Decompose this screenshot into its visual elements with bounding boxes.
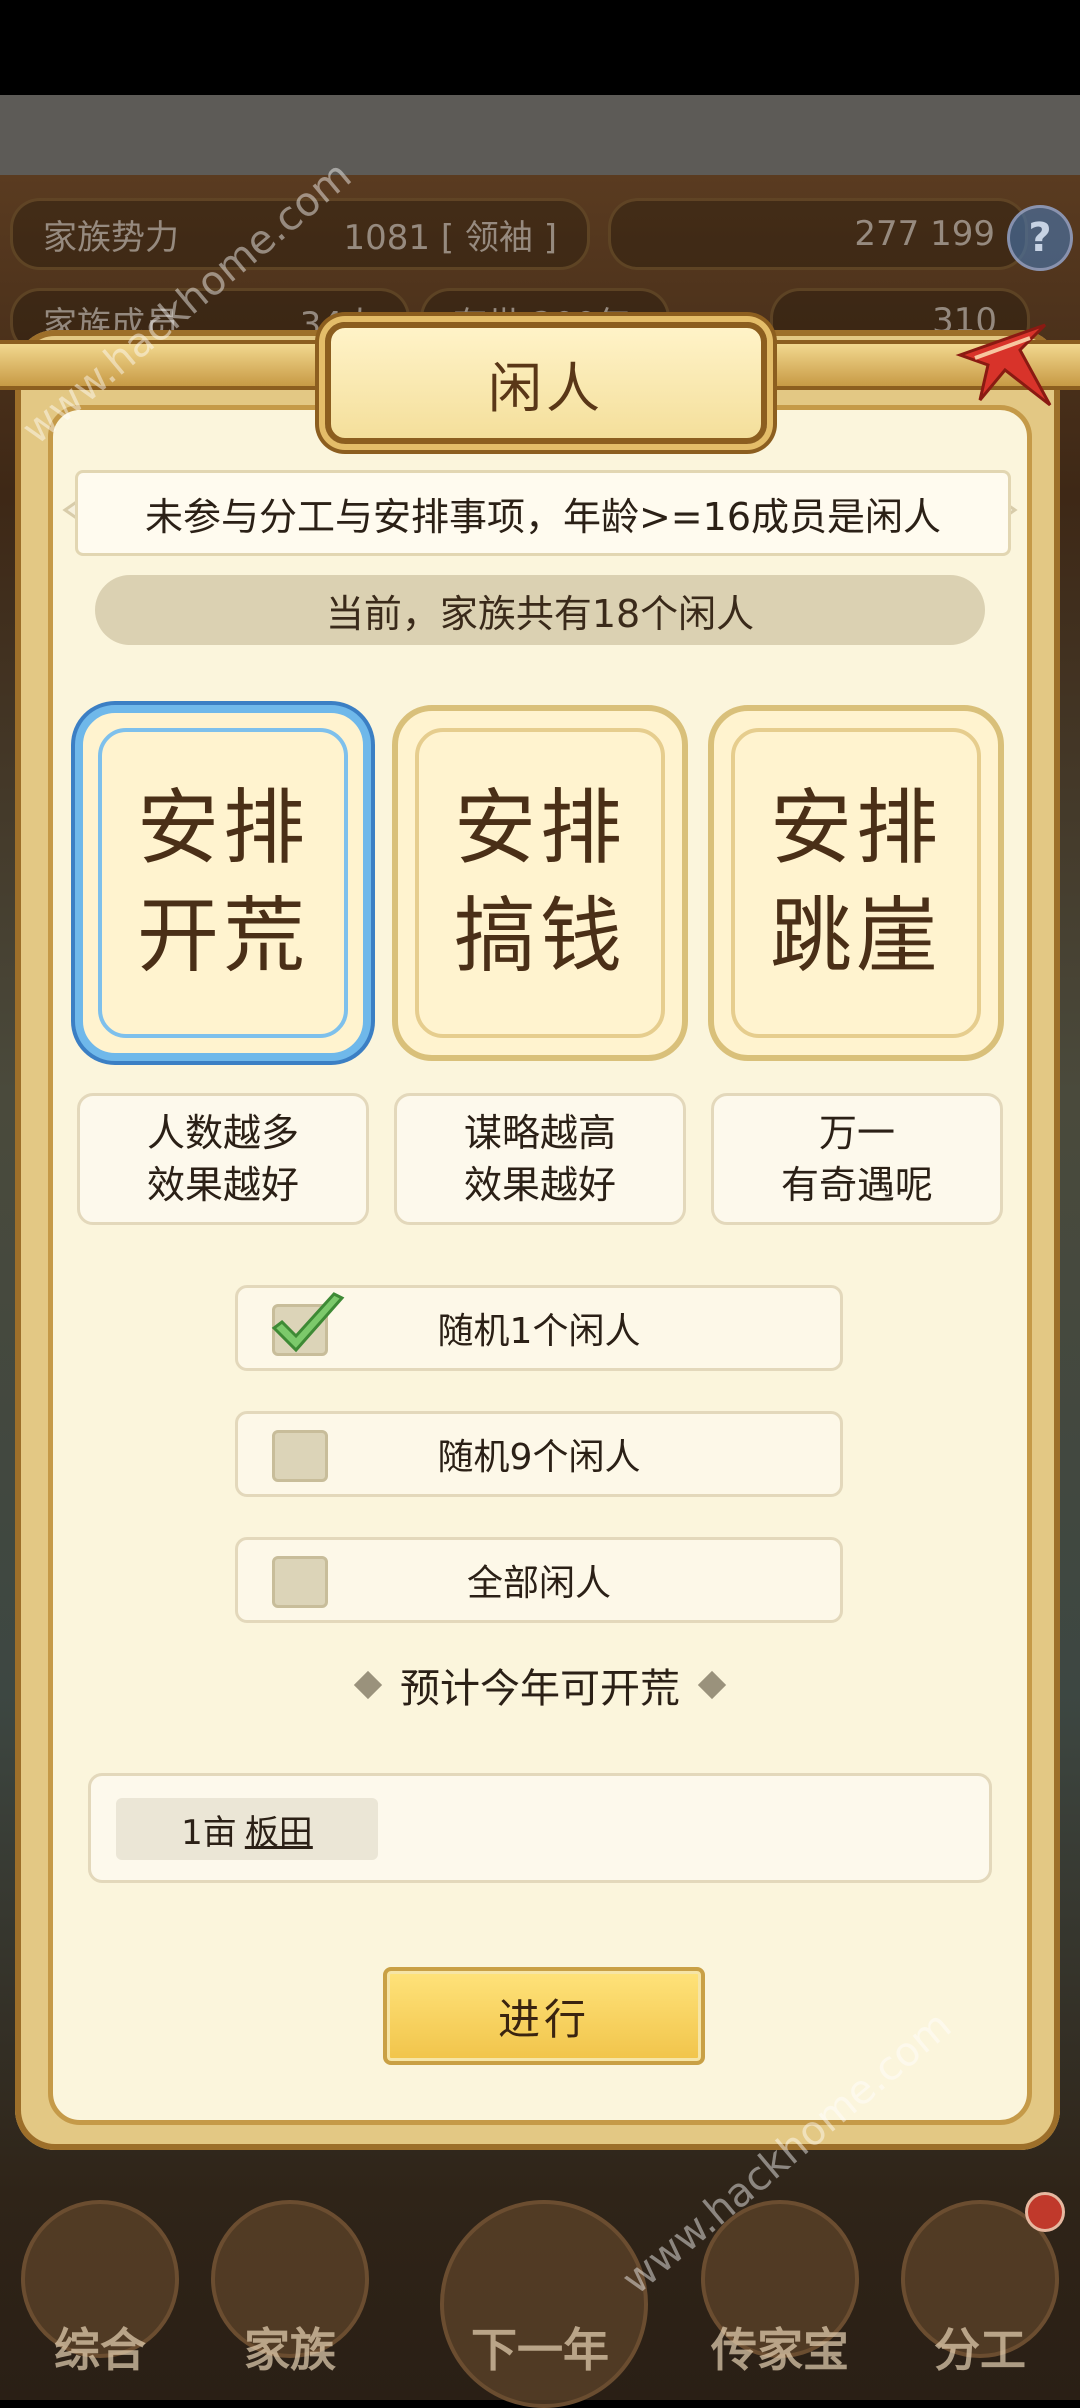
hint-money: 谋略越高 效果越好: [394, 1093, 686, 1225]
option-cliff-jump[interactable]: 安排 跳崖: [708, 705, 1004, 1061]
option-reclaim-line2: 开荒: [136, 889, 309, 984]
choice-all[interactable]: 全部闲人: [235, 1537, 843, 1623]
nav-family-label: 家族: [244, 2323, 336, 2377]
forecast-heading: 预计今年可开荒: [340, 1650, 740, 1720]
option-money-line1: 安排: [453, 781, 626, 876]
hint-cliff-line1: 万一: [818, 1111, 895, 1155]
idle-count-text: 当前，家族共有18个闲人: [95, 575, 985, 645]
option-money-line2: 搞钱: [453, 889, 626, 984]
option-reclaim-line1: 安排: [136, 781, 309, 876]
option-cliff-line1: 安排: [769, 781, 942, 876]
hint-reclaim-line1: 人数越多: [146, 1111, 299, 1155]
option-make-money[interactable]: 安排 搞钱: [392, 705, 688, 1061]
modal-title: 闲人: [325, 322, 767, 444]
hint-cliff-line2: 有奇遇呢: [780, 1163, 933, 1207]
hint-reclaim: 人数越多 效果越好: [77, 1093, 369, 1225]
nav-family[interactable]: 家族: [210, 2200, 370, 2377]
hint-money-line1: 谋略越高: [463, 1111, 616, 1155]
option-reclaim-land[interactable]: 安排 开荒: [75, 705, 371, 1061]
nav-division-label: 分工: [934, 2323, 1026, 2377]
resource-panel: 277 199: [608, 198, 1028, 270]
notification-dot: [1025, 2192, 1065, 2232]
hint-reclaim-line2: 效果越好: [146, 1163, 299, 1207]
close-button[interactable]: [950, 310, 1060, 420]
proceed-button[interactable]: 进行: [383, 1967, 705, 2065]
choice-random-9[interactable]: 随机9个闲人: [235, 1411, 843, 1497]
hint-cliff: 万一 有奇遇呢: [711, 1093, 1003, 1225]
diamond-icon: [697, 1670, 727, 1700]
result-tag: 1亩 板田: [116, 1798, 378, 1860]
nav-next-year-label: 下一年: [471, 2323, 609, 2377]
description-text: 未参与分工与安排事项，年龄>=16成员是闲人: [75, 470, 1011, 556]
result-item-link[interactable]: 板田: [245, 1805, 313, 1854]
close-icon: [955, 323, 1052, 407]
option-cliff-line2: 跳崖: [769, 889, 942, 984]
status-bar: [0, 0, 1080, 95]
choice-all-label: 全部闲人: [466, 1563, 611, 1604]
choice-random-1-label: 随机1个闲人: [437, 1311, 641, 1352]
nav-next-year[interactable]: 下一年: [440, 2200, 648, 2408]
help-icon[interactable]: ?: [1007, 205, 1073, 271]
choice-random-1[interactable]: 随机1个闲人: [235, 1285, 843, 1371]
result-amount: 1亩: [181, 1812, 237, 1853]
nav-overview[interactable]: 综合: [20, 2200, 180, 2377]
family-power-value: 1081 [ 领袖 ]: [343, 217, 557, 258]
resource-values: 277 199: [854, 214, 995, 254]
forecast-label: 预计今年可开荒: [400, 1666, 680, 1712]
choice-random-9-label: 随机9个闲人: [437, 1437, 641, 1478]
family-power-label: 家族势力: [43, 217, 179, 258]
diamond-icon: [353, 1670, 383, 1700]
hint-money-line2: 效果越好: [463, 1163, 616, 1207]
nav-heirloom-label: 传家宝: [711, 2323, 849, 2377]
forecast-result-box: 1亩 板田: [88, 1773, 992, 1883]
nav-overview-label: 综合: [54, 2323, 146, 2377]
